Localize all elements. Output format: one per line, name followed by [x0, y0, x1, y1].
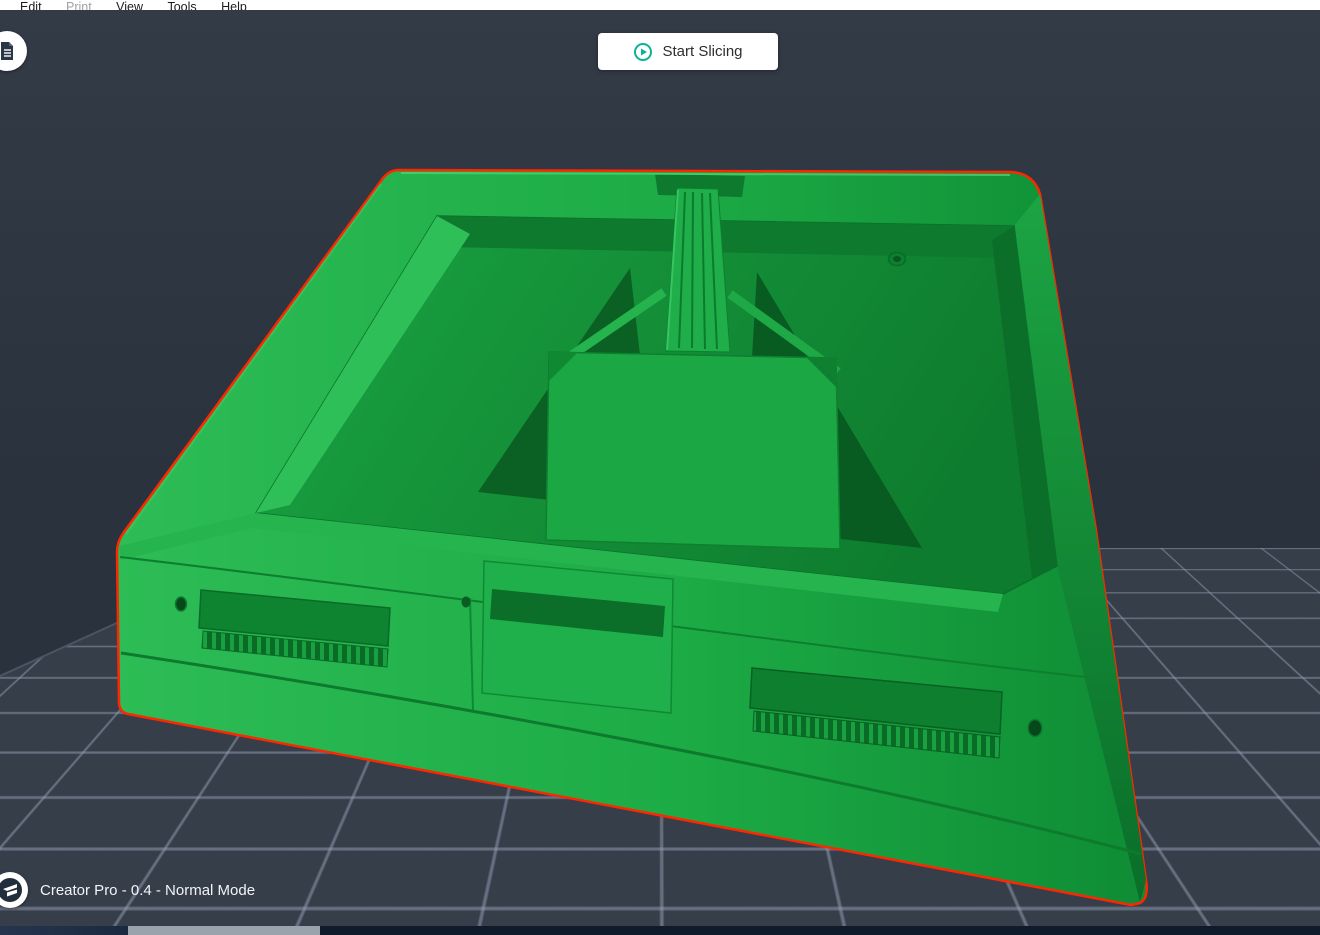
menu-bar: Edit Print View Tools Help — [0, 0, 1320, 10]
play-circle-icon — [634, 42, 653, 61]
menu-item-tools[interactable]: Tools — [167, 0, 196, 10]
taskbar-segment-light[interactable] — [128, 926, 320, 935]
menu-item-view[interactable]: View — [116, 0, 143, 10]
status-bar: Creator Pro - 0.4 - Normal Mode — [0, 872, 255, 908]
model-3d[interactable] — [115, 168, 1148, 907]
printer-status-text: Creator Pro - 0.4 - Normal Mode — [40, 881, 256, 899]
flashprint-window: Edit Print View Tools Help Start Slicing… — [0, 0, 1320, 935]
screw-hole-left — [174, 596, 188, 612]
flashforge-logo-icon — [0, 872, 28, 908]
screw-hole-right — [1027, 718, 1043, 738]
start-slicing-label: Start Slicing — [662, 43, 743, 60]
taskbar-segment-dark — [0, 926, 128, 935]
top-hole — [893, 256, 901, 262]
bottom-taskbar-sliver — [0, 926, 1320, 935]
screw-hole-mid — [461, 596, 471, 608]
bed-left-edge-wall — [0, 548, 130, 676]
start-slicing-button[interactable]: Start Slicing — [598, 33, 778, 70]
menu-item-edit[interactable]: Edit — [20, 0, 42, 10]
menu-item-help[interactable]: Help — [221, 0, 247, 10]
viewport-3d[interactable]: Start Slicing Creator Pro - 0.4 - Normal… — [0, 10, 1320, 926]
document-icon — [1, 42, 13, 60]
scene-canvas — [0, 168, 1148, 907]
model-center-panel — [545, 351, 841, 550]
front-center-box — [481, 560, 674, 714]
menu-item-print: Print — [66, 0, 92, 10]
